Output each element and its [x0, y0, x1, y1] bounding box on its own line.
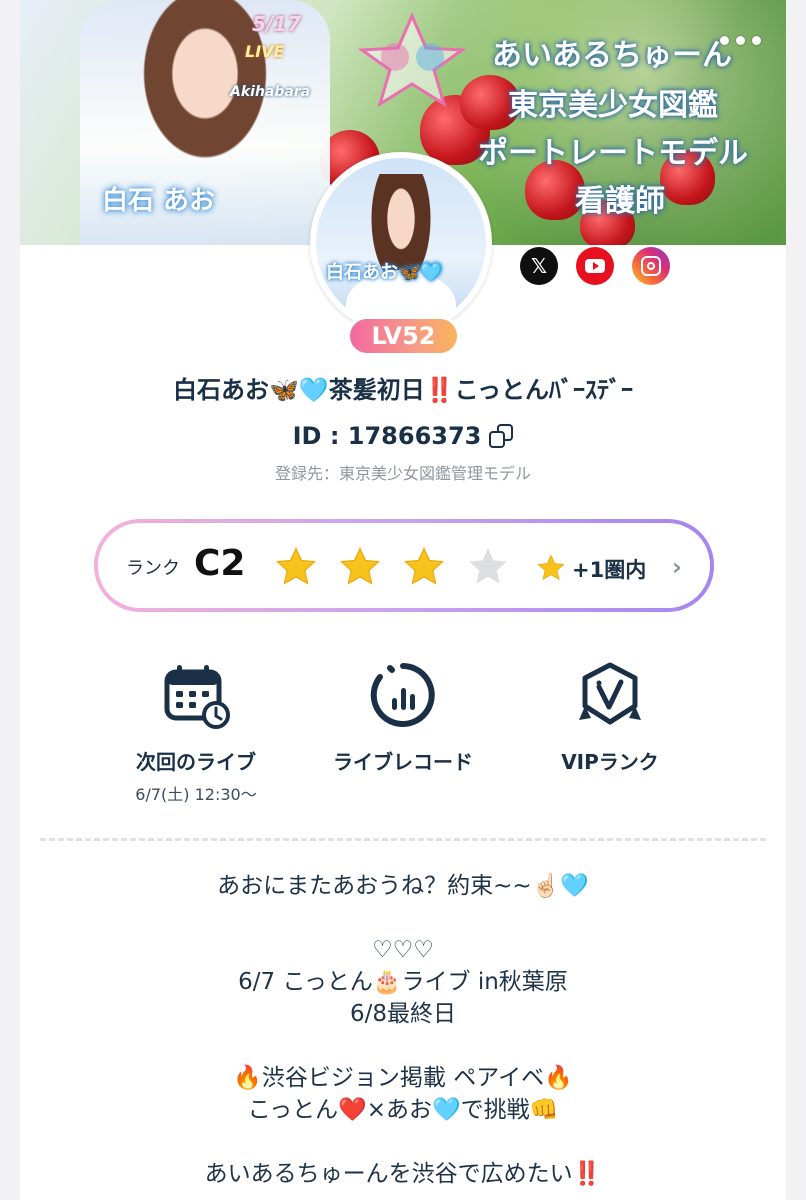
x-logo-icon: 𝕏: [530, 254, 548, 278]
avatar[interactable]: 白石あお🦋🩵: [310, 152, 492, 334]
banner-line: ポートレートモデル: [478, 136, 748, 171]
youtube-icon: [585, 259, 605, 273]
profile-id: ID : 17866373: [292, 422, 482, 450]
more-options-button[interactable]: [710, 28, 770, 52]
bio-line: [20, 1030, 786, 1062]
dot-icon: [751, 35, 761, 45]
instagram-icon: [641, 256, 661, 276]
live-record-label: ライブレコード: [333, 750, 473, 774]
instagram-social-button[interactable]: [632, 247, 670, 285]
rank-sub-label: +1圏内: [572, 558, 647, 582]
next-live-button[interactable]: 次回のライブ 6/7(土) 12:30〜: [86, 660, 306, 805]
chevron-right-icon: ›: [672, 553, 682, 581]
vip-badge-icon: [579, 662, 641, 725]
star-filled-icon: [404, 546, 444, 585]
live-record-chart-icon: [370, 663, 435, 727]
bio-line: 6/7 こっとん🎂ライブ in秋葉原: [238, 969, 568, 995]
bio-line: あおにまたあおうね？約束~~☝🏻🩵: [217, 873, 589, 899]
bio-line: こっとん❤️×あお🩵で挑戦👊: [247, 1097, 559, 1123]
star-filled-icon: [340, 546, 380, 585]
avatar-image: 白石あお🦋🩵: [316, 158, 486, 328]
banner-place: Akihabara: [230, 84, 311, 100]
banner-line: 看護師: [575, 184, 665, 219]
copy-icon[interactable]: [489, 424, 514, 448]
x-social-button[interactable]: 𝕏: [520, 247, 558, 285]
calendar-icon: [164, 665, 230, 729]
next-live-date: 6/7(土) 12:30〜: [135, 785, 257, 804]
bio-line: [20, 1126, 786, 1158]
bio-line: あいあるちゅーんを渋谷で広めたい‼️: [204, 1161, 602, 1187]
star-filled-icon: [276, 546, 316, 585]
bio-line: ♡♡♡: [372, 937, 434, 963]
profile-page: 5/17 LIVE Akihabara 白石 あお あいあるちゅーん 東京美少女…: [20, 0, 786, 1200]
section-divider: [40, 838, 766, 841]
bio-line: 🔥渋谷ビジョン掲載 ペアイベ🔥: [233, 1065, 573, 1091]
star-empty-icon: [469, 548, 507, 584]
profile-id-row: ID : 17866373: [20, 422, 786, 450]
star-small-icon: [537, 554, 565, 581]
rank-label: ランク: [126, 558, 180, 579]
dot-icon: [735, 35, 745, 45]
profile-name: 白石あお🦋🩵茶髪初日‼️こっとんﾊﾞｰｽﾃﾞｰ: [173, 376, 633, 404]
youtube-social-button[interactable]: [576, 247, 614, 285]
banner-date: 5/17: [252, 12, 302, 36]
profile-bio: あおにまたあおうね？約束~~☝🏻🩵 ♡♡♡ 6/7 こっとん🎂ライブ in秋葉原…: [20, 870, 786, 1190]
rank-card[interactable]: ランク C2 +1圏内 ›: [94, 519, 714, 612]
vip-rank-label: VIPランク: [561, 750, 659, 774]
level-badge: LV52: [347, 316, 460, 356]
banner-name: 白石 あお: [102, 186, 216, 216]
banner-line: 東京美少女図鑑: [508, 88, 718, 123]
rank-value: C2: [194, 543, 246, 584]
registered-agency: 登録先：東京美少女図鑑管理モデル: [274, 464, 531, 483]
bio-line: [20, 902, 786, 934]
next-live-label: 次回のライブ: [136, 750, 256, 774]
live-record-button[interactable]: ライブレコード: [293, 660, 513, 775]
avatar-caption: 白石あお🦋🩵: [326, 262, 443, 283]
banner-live: LIVE: [245, 42, 285, 61]
vip-rank-button[interactable]: VIPランク: [500, 660, 720, 775]
bio-line: 6/8最終日: [349, 1001, 456, 1027]
group-logo-icon: [357, 12, 467, 107]
banner-line: あいあるちゅーん: [492, 38, 732, 73]
rank-card-inner: ランク C2 +1圏内 ›: [98, 523, 710, 608]
dot-icon: [719, 35, 729, 45]
